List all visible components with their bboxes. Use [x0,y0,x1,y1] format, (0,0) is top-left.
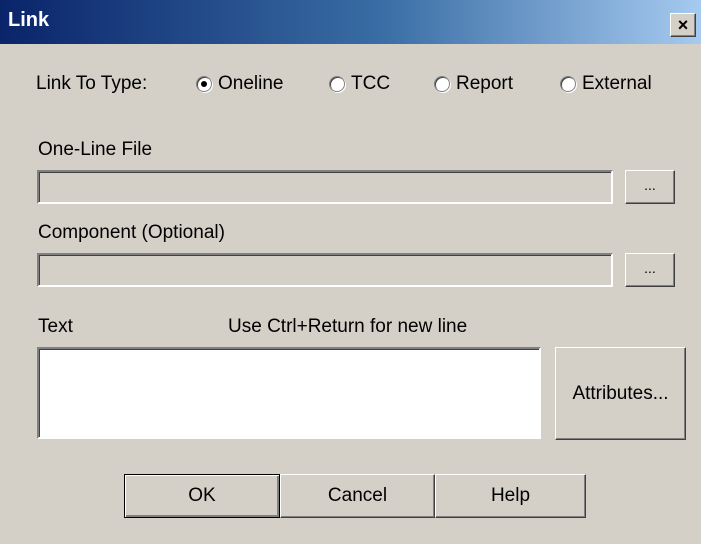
text-label: Text [38,316,73,337]
oneline-file-label: One-Line File [38,139,153,160]
radio-external-label[interactable]: External [582,73,652,95]
radio-tcc[interactable] [329,76,345,92]
help-button[interactable]: Help [435,474,586,518]
oneline-file-input[interactable] [37,170,613,204]
oneline-file-browse-button[interactable]: ... [625,170,675,204]
window-title: Link [8,9,50,31]
close-icon: × [677,15,689,35]
radio-external[interactable] [560,76,576,92]
title-bar: Link × [0,0,701,44]
radio-oneline-label[interactable]: Oneline [218,73,284,95]
radio-report[interactable] [434,76,450,92]
link-type-label: Link To Type: [36,73,148,94]
radio-report-label[interactable]: Report [456,73,513,95]
radio-oneline[interactable] [196,76,212,92]
cancel-button[interactable]: Cancel [280,474,435,518]
component-label: Component (Optional) [38,222,225,243]
close-button[interactable]: × [670,13,696,37]
component-browse-button[interactable]: ... [625,253,675,287]
text-area[interactable] [37,347,541,439]
radio-tcc-label[interactable]: TCC [351,73,390,95]
ok-button[interactable]: OK [124,474,280,518]
component-input[interactable] [37,253,613,287]
text-hint: Use Ctrl+Return for new line [228,316,468,337]
attributes-button[interactable]: Attributes... [555,347,686,440]
